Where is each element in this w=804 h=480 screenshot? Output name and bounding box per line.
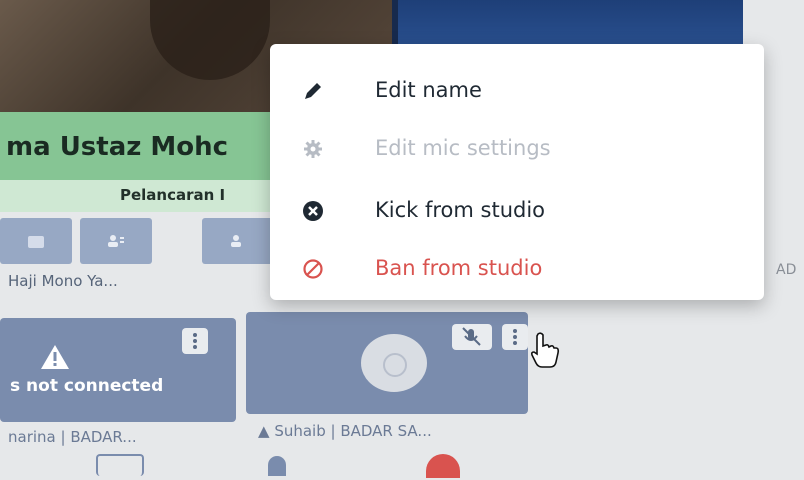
participant-thumbnails — [0, 218, 290, 266]
participant-tile-left[interactable]: s not connected — [0, 318, 236, 422]
gear-icon — [304, 140, 322, 158]
event-title: Pelancaran I — [120, 186, 226, 204]
studio-controls — [0, 452, 804, 480]
menu-item-label: Edit name — [375, 78, 482, 102]
warning-icon — [41, 345, 69, 369]
user-icon — [28, 236, 44, 248]
participant-thumbnail-label: Haji Mono Ya... — [8, 272, 118, 290]
participant-thumbnail[interactable] — [0, 218, 72, 264]
more-options-button[interactable] — [182, 328, 208, 354]
connection-status: s not connected — [10, 376, 164, 396]
menu-item-edit-name[interactable]: Edit name — [270, 62, 764, 120]
speaker-name: ma Ustaz Mohc — [6, 132, 229, 162]
ban-icon — [303, 259, 323, 279]
more-options-button[interactable] — [502, 324, 528, 350]
mic-muted-button[interactable] — [452, 324, 492, 350]
presenter-silhouette — [150, 0, 270, 80]
menu-item-label: Ban from studio — [375, 256, 543, 280]
user-icon — [231, 235, 241, 247]
name-banner: ma Ustaz Mohc — [0, 112, 300, 180]
camera-button[interactable] — [96, 454, 144, 476]
avatar — [361, 334, 427, 392]
pencil-icon — [305, 83, 321, 99]
menu-item-edit-mic-settings: Edit mic settings — [270, 120, 764, 178]
participant-name-label: ▲ Suhaib | BADAR SA... — [258, 422, 432, 440]
hand-cursor-icon — [530, 332, 560, 368]
participant-name-label: narina | BADAR... — [8, 428, 137, 446]
user-icon: ▲ — [258, 422, 270, 440]
menu-item-label: Edit mic settings — [375, 136, 551, 160]
participant-thumbnail[interactable] — [80, 218, 152, 264]
menu-item-label: Kick from studio — [375, 198, 546, 222]
mic-muted-icon — [462, 327, 481, 346]
event-banner: Pelancaran I — [0, 180, 290, 212]
user-icon — [108, 235, 124, 247]
participant-tile-suhaib[interactable] — [246, 312, 528, 414]
truncated-label: AD — [776, 262, 797, 278]
leave-studio-button[interactable] — [426, 454, 460, 478]
participant-options-menu: Edit name Edit mic settings Kick from st… — [270, 44, 764, 300]
close-circle-icon — [303, 201, 323, 221]
mic-button[interactable] — [268, 456, 286, 476]
menu-item-ban-from-studio[interactable]: Ban from studio — [270, 240, 764, 298]
menu-item-kick-from-studio[interactable]: Kick from studio — [270, 182, 764, 240]
